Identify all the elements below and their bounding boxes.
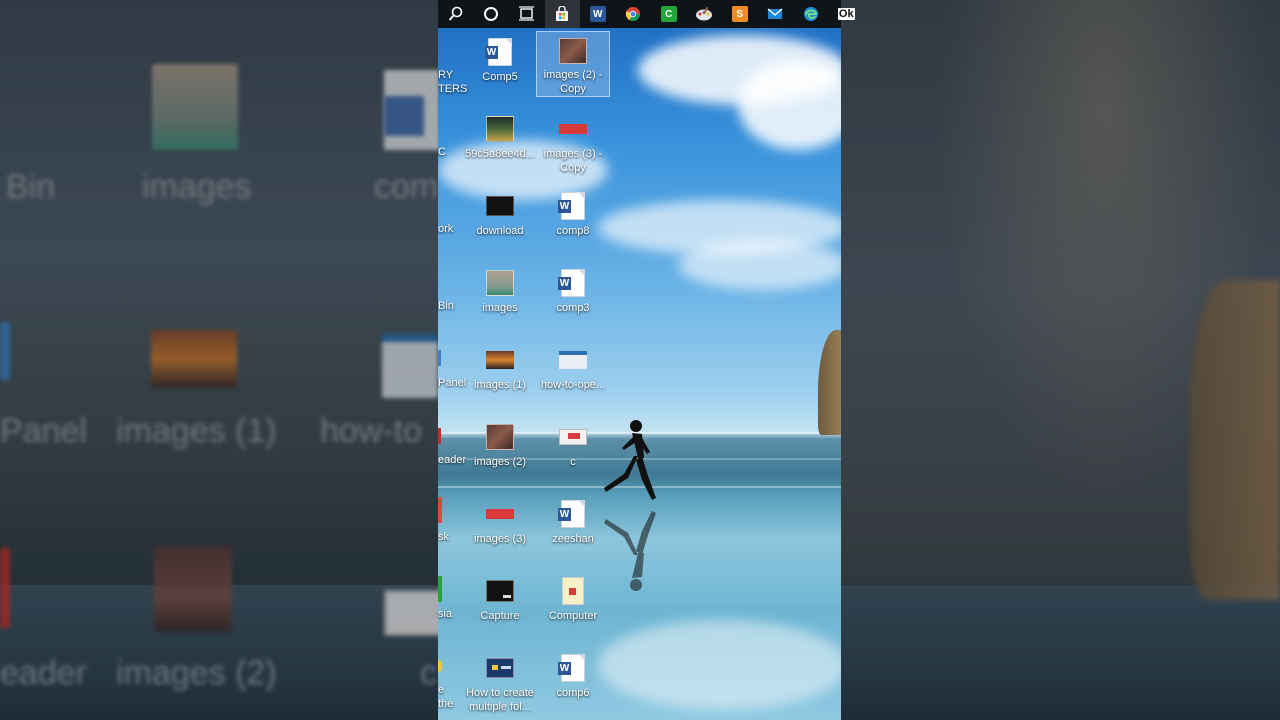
desktop-icon-images-2[interactable]: images (2) (464, 417, 536, 469)
window-screenshot-icon (559, 346, 587, 374)
word-document-icon: W (558, 654, 587, 682)
desktop-icon-c[interactable]: c (537, 417, 609, 469)
desktop-icon-label: comp8 (556, 225, 590, 237)
taskbar-ok-app-button[interactable]: Ok (829, 0, 865, 28)
cut-icon-reader[interactable] (438, 428, 441, 444)
desktop-icon-zeeshan[interactable]: W zeeshan (537, 494, 609, 546)
desktop-icon-label: How to create multiple fol... (466, 687, 534, 713)
taskbar-edge-button[interactable] (793, 0, 829, 28)
desktop-icon-label: images (3) - Copy (543, 148, 603, 174)
desktop-icon-how-to-create[interactable]: How to create multiple fol... (464, 648, 536, 714)
desktop-icon-images-1[interactable]: images (1) (464, 340, 536, 392)
desktop-icon-label: images (1) (474, 379, 526, 391)
sublime-icon: S (731, 6, 748, 22)
image-thumbnail-icon (559, 115, 587, 143)
paint-icon (696, 6, 713, 21)
taskbar: W C S Ok (438, 0, 855, 28)
chrome-icon (626, 7, 641, 21)
image-thumbnail-icon (559, 38, 587, 64)
desktop-icon-images-3-copy[interactable]: images (3) - Copy (537, 109, 609, 175)
desktop-icon-label: zeeshan (552, 533, 594, 545)
image-thumbnail-icon (559, 423, 587, 451)
word-document-icon: W (558, 269, 587, 297)
image-thumbnail-icon (486, 500, 514, 528)
desktop-icon-label: images (482, 302, 518, 314)
taskbar-cortana-button[interactable] (474, 0, 510, 28)
desktop-icon-comp3[interactable]: W comp3 (537, 263, 609, 315)
edge-icon (803, 7, 818, 21)
desktop-icon-label: c (570, 456, 576, 468)
taskbar-camtasia-button[interactable]: C (651, 0, 687, 28)
desktop-icon-capture[interactable]: Capture (464, 571, 536, 623)
desktop-icon-label: download (476, 225, 524, 237)
taskbar-sublime-button[interactable]: S (722, 0, 758, 28)
taskbar-store-button[interactable] (544, 0, 580, 28)
desktop-icon-comp5[interactable]: W Comp5 (464, 32, 536, 84)
cut-label-row1[interactable]: RY TERS (438, 68, 467, 96)
cut-label-row6[interactable]: eader (438, 453, 466, 467)
desktop-icon-label: images (2) (474, 456, 526, 468)
blurred-rock (1190, 280, 1280, 600)
cloud (738, 60, 841, 150)
cut-icon-sk[interactable] (438, 497, 442, 523)
desktop-icon-label: images (2) - Copy (543, 69, 603, 95)
cut-label-row8[interactable]: sia (438, 607, 452, 621)
desktop-icon-comp8[interactable]: W comp8 (537, 186, 609, 238)
cut-label-row3[interactable]: ork (438, 222, 453, 236)
word-document-icon: W (558, 192, 587, 220)
taskbar-chrome-button[interactable] (616, 0, 652, 28)
task-view-icon (518, 6, 534, 21)
desktop-icon-images-3[interactable]: images (3) (464, 494, 536, 546)
desktop-icon-how-to-ope[interactable]: how-to-ope... (537, 340, 609, 392)
document-file-icon (559, 577, 587, 605)
search-icon (448, 6, 463, 21)
cut-label-row2[interactable]: C (438, 145, 446, 159)
desktop-icon-images[interactable]: images (464, 263, 536, 315)
word-document-icon: W (485, 38, 514, 66)
taskbar-mail-button[interactable] (758, 0, 794, 28)
cut-label-row9[interactable]: e the (438, 683, 453, 711)
blurred-background-left: Bin images com Panel images (1) how-to e… (0, 0, 438, 720)
word-document-icon: W (558, 500, 587, 528)
desktop-icon-label: Computer (548, 610, 598, 622)
image-thumbnail-icon (486, 115, 514, 143)
cut-label-row7[interactable]: sk (438, 530, 449, 544)
cloud (678, 240, 841, 290)
image-thumbnail-icon (486, 577, 514, 605)
store-bag-icon (556, 6, 569, 21)
mail-icon (767, 8, 783, 19)
desktop-icon-label: comp3 (556, 302, 590, 314)
desktop-icon-59c5a8ee4d[interactable]: 59c5a8ee4d... (464, 109, 536, 161)
video-file-icon (486, 654, 514, 682)
cut-label-row4[interactable]: Bin (438, 299, 454, 313)
desktop-icon-images-2-copy[interactable]: images (2) - Copy (536, 31, 610, 97)
desktop-icon-computer[interactable]: Computer (537, 571, 609, 623)
cut-icon-panel[interactable] (438, 350, 441, 366)
cliff (818, 330, 841, 435)
image-thumbnail-icon (486, 269, 514, 297)
taskbar-paint-button[interactable] (687, 0, 723, 28)
word-icon: W (589, 6, 606, 22)
ok-app-icon: Ok (837, 8, 855, 20)
cloud-reflection (598, 620, 841, 710)
dim-overlay (0, 0, 438, 720)
desktop-icon-label: images (3) (474, 533, 526, 545)
desktop-icon-comp6[interactable]: W comp6 (537, 648, 609, 700)
taskbar-word-button[interactable]: W (580, 0, 616, 28)
image-thumbnail-icon (486, 346, 514, 374)
cortana-icon (484, 7, 499, 21)
taskbar-task-view-button[interactable] (509, 0, 545, 28)
cut-label-row5[interactable]: Panel (438, 376, 466, 390)
desktop-icon-label: Comp5 (482, 71, 518, 83)
taskbar-search-button[interactable] (438, 0, 474, 28)
desktop-icon-label: Capture (480, 610, 520, 622)
desktop-icon-label: how-to-ope... (540, 379, 606, 391)
desktop-icon-label: comp6 (556, 687, 590, 699)
image-thumbnail-icon (486, 423, 514, 451)
cut-icon-camtasia[interactable] (438, 576, 442, 602)
image-thumbnail-icon (486, 192, 514, 220)
desktop-icon-label: 59c5a8ee4d... (465, 148, 535, 160)
camtasia-icon: C (660, 6, 677, 22)
desktop-icon-download[interactable]: download (464, 186, 536, 238)
